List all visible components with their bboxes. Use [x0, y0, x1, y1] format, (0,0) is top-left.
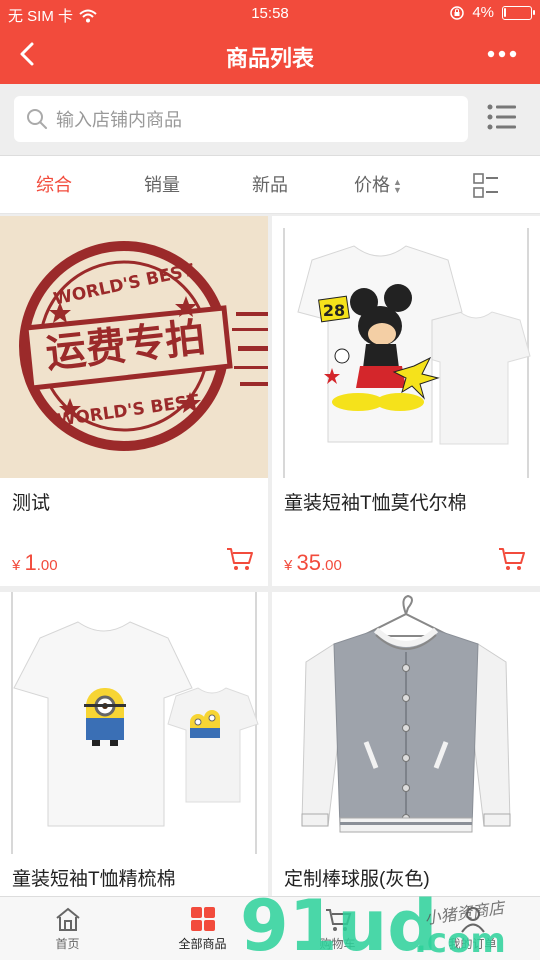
product-price: ¥ 35.00: [284, 550, 342, 576]
product-image: [272, 592, 540, 854]
shirt-number: 28: [323, 301, 345, 320]
tshirt-mickey-image: 28: [272, 216, 540, 478]
category-list-icon[interactable]: [486, 102, 518, 132]
bottom-tab-all-products[interactable]: 全部商品: [135, 897, 270, 960]
tab-comprehensive[interactable]: 综合: [0, 156, 108, 213]
user-icon: [460, 907, 485, 933]
bottom-tab-label: 全部商品: [178, 937, 227, 951]
bottom-tab-bar: 首页 全部商品 购物车 我的订单: [0, 896, 540, 960]
product-card[interactable]: 运费专拍 WORLD'S BEST WORLD'S BEST 测试 ¥ 1.00: [0, 216, 268, 586]
app: 无 SIM 卡 15:58 4% 商品列表 输入店铺内商品 综合 销量 新品 价…: [0, 0, 540, 960]
home-icon: [55, 907, 80, 931]
search-icon: [27, 109, 47, 129]
status-bar: 无 SIM 卡 15:58 4%: [0, 0, 540, 28]
bottom-tab-cart[interactable]: 购物车: [270, 897, 405, 960]
top-bar: 无 SIM 卡 15:58 4% 商品列表: [0, 0, 540, 84]
tab-price[interactable]: 价格 ▲ ▼: [324, 156, 432, 213]
stamp-image: 运费专拍 WORLD'S BEST WORLD'S BEST: [0, 216, 268, 478]
bottom-tab-home[interactable]: 首页: [0, 897, 135, 960]
product-price: ¥ 1.00: [12, 550, 58, 576]
tab-label: 综合: [36, 175, 72, 195]
tshirt-minion-image: [0, 592, 268, 854]
product-card[interactable]: 定制棒球服(灰色): [272, 592, 540, 902]
product-name: 童装短袖T恤精梳棉: [12, 869, 176, 890]
product-name: 测试: [12, 493, 51, 514]
nav-bar: 商品列表: [0, 28, 540, 84]
price-integer: 35: [296, 550, 321, 575]
bottom-tab-label: 购物车: [319, 937, 356, 951]
more-dots-icon[interactable]: [486, 46, 518, 62]
add-to-cart-icon[interactable]: [498, 546, 526, 572]
add-to-cart-icon[interactable]: [226, 546, 254, 572]
bottom-tab-label: 我的订单: [448, 937, 497, 951]
sort-tabs: 综合 销量 新品 价格 ▲ ▼: [0, 156, 540, 214]
layout-toggle[interactable]: [432, 156, 540, 213]
search-input[interactable]: 输入店铺内商品: [14, 96, 468, 142]
product-name: 童装短袖T恤莫代尔棉: [284, 493, 467, 514]
cart-icon: [325, 909, 351, 931]
bottom-tab-orders[interactable]: 我的订单: [405, 897, 540, 960]
baseball-jacket-image: [272, 592, 540, 854]
battery-fill: [504, 7, 506, 17]
product-image: 28: [272, 216, 540, 478]
price-decimal: .00: [36, 557, 58, 574]
product-card[interactable]: 28 童装短袖T恤莫代尔棉 ¥ 35.00: [272, 216, 540, 586]
tab-sales[interactable]: 销量: [108, 156, 216, 213]
battery-icon: [502, 5, 535, 20]
rotation-lock-icon: [450, 5, 465, 20]
search-bar: 输入店铺内商品: [0, 84, 540, 156]
tab-label: 销量: [144, 175, 180, 195]
product-card[interactable]: 童装短袖T恤精梳棉: [0, 592, 268, 902]
tab-label: 新品: [252, 175, 288, 195]
tab-new[interactable]: 新品: [216, 156, 324, 213]
price-integer: 1: [24, 550, 37, 575]
grid-icon: [190, 907, 215, 931]
product-name: 定制棒球服(灰色): [284, 869, 430, 890]
price-decimal: .00: [321, 557, 342, 574]
status-right: 4%: [450, 4, 535, 21]
search-placeholder: 输入店铺内商品: [56, 110, 182, 130]
battery-percent: 4%: [472, 4, 494, 21]
product-image: [0, 592, 268, 854]
grid-list-toggle-icon: [473, 173, 498, 199]
bottom-tab-label: 首页: [55, 937, 80, 951]
price-currency: ¥: [12, 557, 21, 574]
tab-label: 价格: [354, 175, 391, 195]
product-image: 运费专拍 WORLD'S BEST WORLD'S BEST: [0, 216, 268, 478]
sort-arrows-icon: ▲ ▼: [393, 177, 402, 196]
price-currency: ¥: [284, 557, 293, 574]
page-title: 商品列表: [225, 46, 314, 71]
